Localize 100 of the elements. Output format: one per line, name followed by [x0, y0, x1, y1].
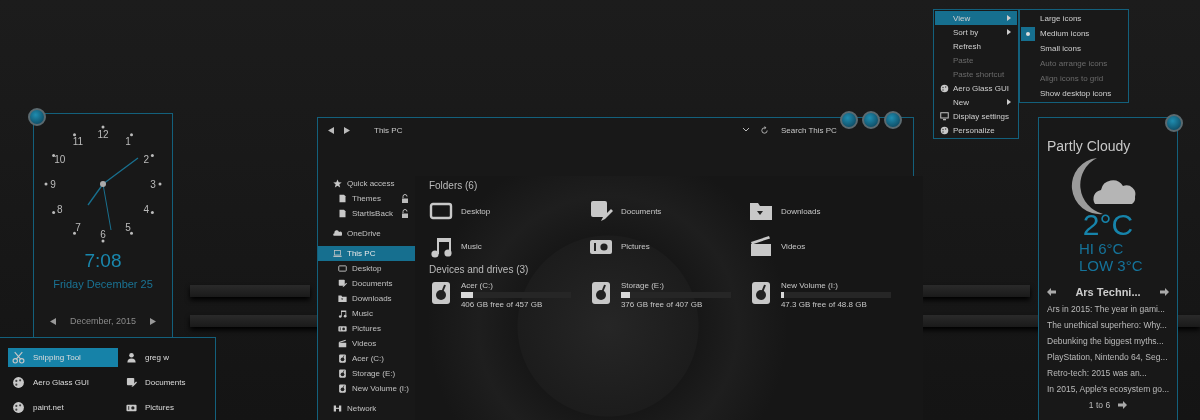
nav-item[interactable]: Pictures: [318, 321, 415, 336]
network-icon: [333, 404, 342, 413]
widget-handle[interactable]: [28, 108, 46, 126]
news-headline[interactable]: In 2015, Apple's ecosystem go...: [1047, 384, 1169, 394]
disk-drive-icon: [338, 354, 347, 363]
window-button[interactable]: [862, 111, 880, 129]
nav-item[interactable]: Themes: [318, 191, 415, 206]
music-note-icon: [338, 309, 347, 318]
folder-item[interactable]: Desktop: [428, 197, 589, 225]
temperature: 2°C: [1081, 210, 1135, 240]
nav-item[interactable]: This PC: [318, 246, 415, 261]
folder-item[interactable]: Music: [428, 232, 589, 260]
drive-name[interactable]: Acer (C:): [460, 281, 571, 290]
news-headline[interactable]: Debunking the biggest myths...: [1047, 336, 1169, 346]
folder-item[interactable]: Pictures: [588, 232, 749, 260]
document-pencil-icon: [588, 199, 613, 223]
menu-item[interactable]: Medium icons: [1021, 26, 1127, 41]
palette-icon: [939, 125, 949, 135]
widget-handle[interactable]: [1165, 114, 1183, 132]
section-heading: Devices and drives (3): [428, 264, 530, 275]
nav-item[interactable]: Acer (C:): [318, 351, 415, 366]
nav-item[interactable]: Videos: [318, 336, 415, 351]
drive-name[interactable]: New Volume (I:): [780, 281, 891, 290]
star-icon: [333, 179, 342, 188]
radio-dot-icon: [1026, 31, 1030, 36]
nav-item[interactable]: Quick access: [318, 176, 415, 191]
news-headline[interactable]: PlayStation, Nintendo 64, Seg...: [1047, 352, 1169, 362]
nav-item[interactable]: Documents: [318, 276, 415, 291]
user-icon: [126, 352, 137, 363]
camera-icon: [126, 402, 137, 413]
address-path[interactable]: This PC: [374, 125, 732, 135]
disk-drive-icon: [338, 369, 347, 378]
refresh-icon[interactable]: [760, 125, 769, 135]
drive-free-space: 47.3 GB free of 48.8 GB: [780, 300, 868, 309]
page-indicator: 1 to 6: [1088, 400, 1111, 410]
menu-item[interactable]: Aero Glass GUI: [935, 81, 1017, 95]
weather-condition: Partly Cloudy: [1047, 138, 1132, 154]
folder-icon: [338, 294, 347, 303]
laptop-icon: [333, 249, 342, 258]
analog-clock-drawing: 12 1 2 3 4 5 6 7 8 9 10 11: [41, 122, 165, 246]
clapperboard-icon: [338, 339, 347, 348]
camera-icon: [338, 324, 347, 333]
previous-arrow-icon[interactable]: [1047, 288, 1056, 296]
monitor-icon: [338, 264, 347, 273]
month-label: December, 2015: [69, 316, 136, 326]
menu-item[interactable]: View: [935, 11, 1017, 25]
nav-item[interactable]: Storage (E:): [318, 366, 415, 381]
digital-time: 7:08: [84, 250, 122, 272]
search-field[interactable]: Search This PC: [779, 124, 903, 136]
date-text: Friday December 25: [53, 278, 153, 290]
window-button[interactable]: [840, 111, 858, 129]
menu-item[interactable]: Display settings: [935, 109, 1017, 123]
document-pencil-icon: [338, 279, 347, 288]
low-temperature: LOW 3°C: [1078, 257, 1144, 274]
document-pencil-icon: [126, 377, 137, 388]
menu-item[interactable]: Refresh: [935, 39, 1017, 53]
folder-item[interactable]: Downloads: [748, 197, 909, 225]
forward-arrow-icon[interactable]: [344, 126, 350, 134]
folder-item[interactable]: Documents: [588, 197, 749, 225]
news-headline[interactable]: Ars in 2015: The year in gami...: [1047, 304, 1169, 314]
palette-icon: [12, 401, 25, 414]
next-arrow-icon[interactable]: [1160, 288, 1169, 296]
nav-item[interactable]: Downloads: [318, 291, 415, 306]
place-item[interactable]: Documents: [126, 373, 186, 392]
chevron-down-icon[interactable]: [742, 127, 750, 133]
menu-item[interactable]: Show desktop icons: [1021, 86, 1127, 101]
high-temperature: HI 6°C: [1078, 240, 1125, 257]
previous-arrow-icon[interactable]: [49, 317, 56, 325]
nav-item[interactable]: Music: [318, 306, 415, 321]
place-item[interactable]: Pictures: [126, 398, 186, 417]
program-item[interactable]: Aero Glass GUI: [8, 373, 118, 392]
menu-item[interactable]: Large icons: [1021, 11, 1127, 26]
next-arrow-icon[interactable]: [150, 317, 156, 325]
next-arrow-icon[interactable]: [1118, 401, 1128, 409]
nav-item[interactable]: StartIsBack: [318, 206, 415, 221]
menu-item[interactable]: Personalize: [935, 123, 1017, 137]
drive-name[interactable]: Storage (E:): [620, 281, 731, 290]
program-item[interactable]: paint.net: [8, 398, 118, 417]
drive-free-space: 406 GB free of 457 GB: [460, 300, 544, 309]
folder-item[interactable]: Videos: [748, 232, 909, 260]
nav-item[interactable]: Network: [318, 401, 415, 416]
menu-item[interactable]: New: [935, 95, 1017, 109]
nav-item[interactable]: Desktop: [318, 261, 415, 276]
cloud-icon: [333, 229, 342, 238]
scissors-icon: [12, 351, 25, 364]
palette-icon: [939, 83, 949, 93]
place-item[interactable]: greg w: [126, 348, 186, 367]
disk-drive-icon: [338, 384, 347, 393]
back-arrow-icon[interactable]: [328, 126, 334, 134]
nav-item[interactable]: New Volume (I:): [318, 381, 415, 396]
feed-title: Ars Techni...: [1075, 286, 1141, 298]
window-button[interactable]: [884, 111, 902, 129]
menu-item[interactable]: Sort by: [935, 25, 1017, 39]
section-heading: Folders (6): [428, 180, 479, 191]
news-headline[interactable]: The unethical superhero: Why...: [1047, 320, 1169, 330]
menu-item[interactable]: Small icons: [1021, 41, 1127, 56]
news-headline[interactable]: Retro-tech: 2015 was an...: [1047, 368, 1169, 378]
clapperboard-icon: [748, 234, 773, 258]
drive-free-space: 376 GB free of 407 GB: [620, 300, 704, 309]
nav-item[interactable]: OneDrive: [318, 226, 415, 241]
